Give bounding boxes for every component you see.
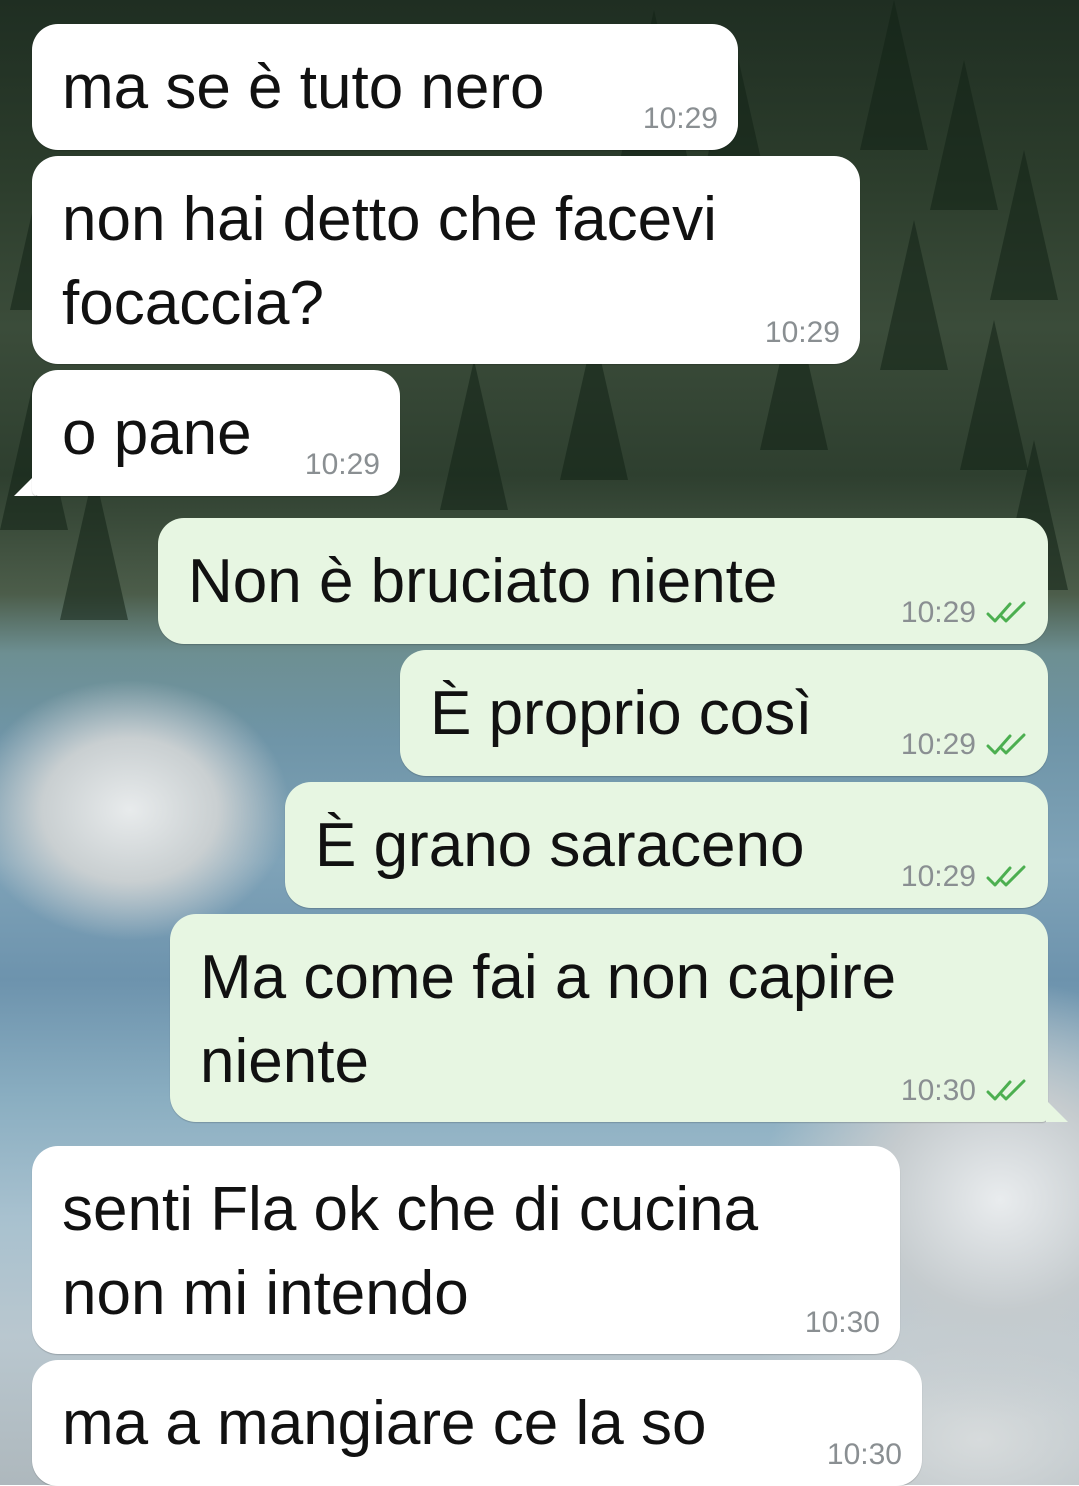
- message-time: 10:29: [900, 860, 976, 893]
- message-text: ma a mangiare ce la so: [62, 1389, 707, 1458]
- message-time: 10:30: [804, 1306, 880, 1339]
- message-meta: 10:29: [643, 102, 718, 136]
- message-bubble-outgoing[interactable]: Non è bruciato niente 10:29: [158, 518, 1048, 644]
- message-meta: 10:30: [901, 1074, 1030, 1108]
- message-time: 10:29: [764, 316, 840, 349]
- message-time: 10:30: [900, 1074, 976, 1107]
- message-time: 10:30: [826, 1438, 902, 1471]
- message-bubble-incoming[interactable]: senti Fla ok che di cucina non mi intend…: [32, 1146, 900, 1354]
- message-list[interactable]: ma se è tuto nero 10:29 non hai detto ch…: [0, 0, 1079, 1486]
- message-bubble-outgoing[interactable]: È grano saraceno 10:29: [285, 782, 1048, 908]
- bubble-tail: [1046, 1100, 1068, 1122]
- message-text: Ma come fai a non capire niente: [200, 943, 897, 1096]
- message-text: ma se è tuto nero: [62, 53, 545, 122]
- message-text: o pane: [62, 399, 252, 468]
- message-time: 10:29: [642, 102, 718, 135]
- message-meta: 10:29: [901, 860, 1030, 894]
- message-time: 10:29: [900, 596, 976, 629]
- message-meta: 10:30: [805, 1306, 880, 1340]
- double-check-read-icon: [986, 1079, 1026, 1101]
- message-text: senti Fla ok che di cucina non mi intend…: [62, 1175, 759, 1328]
- message-bubble-outgoing[interactable]: Ma come fai a non capire niente 10:30: [170, 914, 1048, 1122]
- message-time: 10:29: [900, 728, 976, 761]
- double-check-read-icon: [986, 865, 1026, 887]
- message-text: È grano saraceno: [315, 811, 805, 880]
- message-meta: 10:30: [827, 1438, 902, 1472]
- message-bubble-incoming[interactable]: non hai detto che facevi focaccia? 10:29: [32, 156, 860, 364]
- message-time: 10:29: [304, 448, 380, 481]
- message-bubble-incoming[interactable]: ma se è tuto nero 10:29: [32, 24, 738, 150]
- message-meta: 10:29: [901, 596, 1030, 630]
- message-text: non hai detto che facevi focaccia?: [62, 185, 717, 338]
- message-bubble-incoming[interactable]: o pane 10:29: [32, 370, 400, 496]
- double-check-read-icon: [986, 733, 1026, 755]
- message-meta: 10:29: [765, 316, 840, 350]
- message-bubble-outgoing[interactable]: È proprio così 10:29: [400, 650, 1048, 776]
- double-check-read-icon: [986, 601, 1026, 623]
- message-text: È proprio così: [430, 679, 813, 748]
- message-meta: 10:29: [305, 448, 380, 482]
- message-text: Non è bruciato niente: [188, 547, 778, 616]
- message-meta: 10:29: [901, 728, 1030, 762]
- message-bubble-incoming[interactable]: ma a mangiare ce la so 10:30: [32, 1360, 922, 1486]
